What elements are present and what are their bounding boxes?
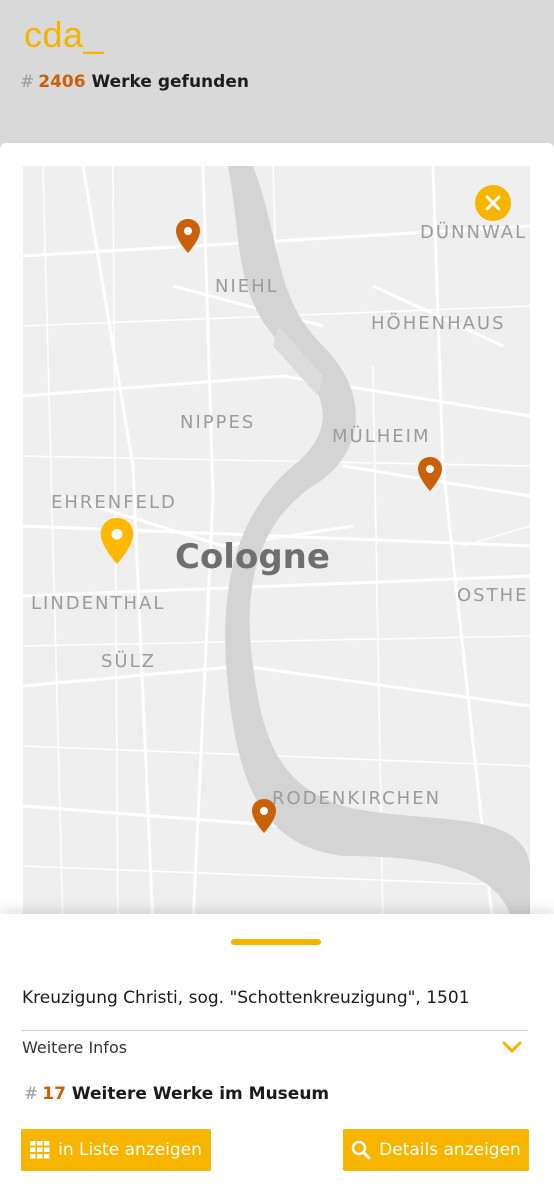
artwork-title: Kreuzigung Christi, sog. "Schottenkreuzi…: [22, 988, 470, 1008]
show-in-list-button[interactable]: in Liste anzeigen: [21, 1129, 211, 1171]
search-icon: [351, 1140, 371, 1160]
sheet-drag-handle[interactable]: [231, 939, 321, 945]
show-details-label: Details anzeigen: [379, 1140, 521, 1160]
map-pin-icon[interactable]: [418, 457, 442, 491]
divider: [22, 1030, 528, 1031]
close-icon: [485, 195, 501, 211]
results-number: 2406: [38, 72, 86, 92]
more-works-label: Weitere Werke im Museum: [71, 1084, 330, 1104]
hash-symbol: #: [20, 72, 35, 92]
header: cda_ #2406 Werke gefunden: [0, 0, 554, 145]
grid-icon: [30, 1141, 50, 1159]
results-count: #2406 Werke gefunden: [20, 72, 249, 92]
map-pin-icon[interactable]: [252, 799, 276, 833]
map-label-ehrenfeld: EHRENFELD: [51, 492, 177, 513]
show-in-list-label: in Liste anzeigen: [58, 1140, 202, 1160]
map-pin-active-icon[interactable]: [100, 518, 134, 564]
map-label-osthe: OSTHE: [457, 585, 529, 606]
map-label-sulz: SÜLZ: [101, 651, 156, 672]
map-label-rodenkirchen: RODENKIRCHEN: [272, 788, 442, 809]
map-label-hohenhaus: HÖHENHAUS: [371, 313, 506, 334]
map[interactable]: DÜNNWAL NIEHL HÖHENHAUS NIPPES MÜLHEIM E…: [23, 166, 530, 926]
map-label-dunnwald: DÜNNWAL: [420, 222, 528, 243]
map-pin-icon[interactable]: [176, 219, 200, 253]
more-works-count: 17: [42, 1084, 66, 1104]
map-label-nippes: NIPPES: [180, 412, 256, 433]
hash-symbol: #: [24, 1084, 39, 1104]
map-label-mulheim: MÜLHEIM: [332, 426, 431, 447]
map-label-niehl: NIEHL: [215, 276, 279, 297]
bottom-sheet: Kreuzigung Christi, sog. "Schottenkreuzi…: [0, 914, 554, 1200]
results-label: Werke gefunden: [91, 72, 249, 92]
more-works-info: #17 Weitere Werke im Museum: [24, 1084, 329, 1104]
close-map-button[interactable]: [475, 185, 511, 221]
weitere-infos-toggle[interactable]: Weitere Infos: [22, 1038, 127, 1057]
map-label-city: Cologne: [175, 537, 330, 577]
logo[interactable]: cda_: [24, 14, 104, 56]
chevron-down-icon[interactable]: [501, 1040, 523, 1054]
map-label-lindenthal: LINDENTHAL: [31, 593, 166, 614]
show-details-button[interactable]: Details anzeigen: [343, 1129, 529, 1171]
